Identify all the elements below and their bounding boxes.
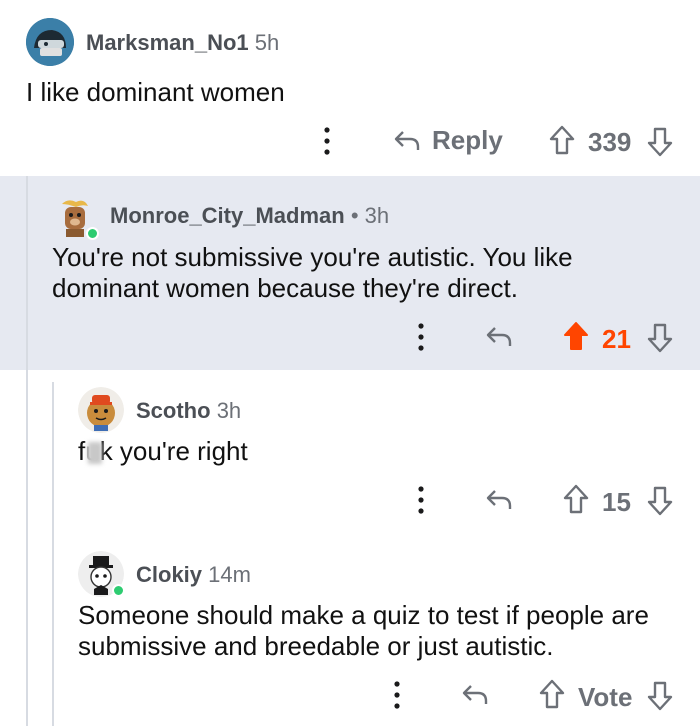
username[interactable]: Scotho [136, 398, 211, 423]
censored-text: u [85, 436, 103, 467]
vote-count: 15 [602, 487, 631, 517]
upvote-button[interactable] [548, 124, 576, 156]
more-options-icon [418, 486, 424, 514]
timestamp: 3h [364, 203, 390, 228]
comment-body-line: dominant women because they're direct. [52, 273, 518, 303]
downvote-button[interactable] [646, 485, 674, 517]
comment-body-line: You're not submissive you're autistic. Y… [52, 242, 573, 272]
comment-clokiy: Clokiy 14m Someone should make a quiz to… [0, 538, 700, 726]
reply-icon [486, 327, 512, 346]
reply-icon [394, 130, 420, 150]
upvote-button[interactable] [562, 320, 590, 352]
reply-button[interactable] [484, 485, 514, 515]
comment-meta: Monroe_City_Madman • 3h [110, 203, 389, 229]
reply-button[interactable] [460, 680, 490, 710]
thread-line[interactable] [52, 382, 54, 538]
upvote-button[interactable] [562, 483, 590, 515]
comment-meta: Clokiy 14m [136, 562, 251, 588]
avatar[interactable] [78, 387, 124, 433]
downvote-icon [647, 323, 673, 353]
upvote-icon [563, 484, 589, 514]
reply-icon [486, 490, 512, 509]
more-options-button[interactable] [388, 678, 406, 712]
downvote-button[interactable] [646, 126, 674, 158]
avatar-lion-icon [78, 387, 124, 433]
timestamp: 5h [254, 30, 280, 55]
downvote-icon [647, 681, 673, 711]
comment-body: Someone should make a quiz to test if pe… [78, 600, 649, 662]
username[interactable]: Monroe_City_Madman [110, 203, 345, 228]
vote-count: 339 [588, 127, 632, 157]
online-status-icon [86, 227, 99, 240]
upvote-icon [549, 125, 575, 155]
comment-body-line: submissive and breedable or just autisti… [78, 631, 554, 661]
vote-label: Vote [578, 682, 633, 712]
thread-line[interactable] [52, 538, 54, 726]
reply-button[interactable] [484, 322, 514, 352]
comment-body-line: Someone should make a quiz to test if pe… [78, 600, 649, 630]
comment-body: I like dominant women [26, 77, 285, 107]
vote-count: 21 [602, 324, 631, 354]
comment-monroe: Monroe_City_Madman • 3h You're not submi… [0, 176, 700, 370]
comment-body: You're not submissive you're autistic. Y… [52, 242, 573, 304]
comment-marksman: Marksman_No1 5h I like dominant women Re… [0, 0, 700, 176]
thread-line[interactable] [26, 370, 28, 538]
comment-meta: Scotho 3h [136, 398, 241, 424]
more-options-button[interactable] [412, 483, 430, 517]
timestamp: 14m [208, 562, 251, 587]
reply-label: Reply [432, 125, 503, 155]
more-options-icon [324, 127, 330, 155]
upvote-button[interactable] [538, 678, 566, 710]
avatar-helmet-icon [26, 18, 74, 66]
more-options-button[interactable] [318, 124, 336, 158]
upvote-icon [564, 322, 588, 350]
comment-body-end: k you're right [99, 436, 248, 466]
more-options-button[interactable] [412, 320, 430, 354]
downvote-button[interactable] [646, 322, 674, 354]
thread-line[interactable] [26, 538, 28, 726]
upvote-icon [539, 679, 565, 709]
comment-body-start: f [78, 436, 86, 466]
online-status-icon [112, 584, 125, 597]
more-options-icon [394, 681, 400, 709]
downvote-icon [647, 486, 673, 516]
thread-line[interactable] [26, 176, 28, 370]
downvote-icon [647, 127, 673, 157]
timestamp: 3h [216, 398, 242, 423]
username[interactable]: Marksman_No1 [86, 30, 249, 55]
reply-button[interactable]: Reply [392, 125, 503, 156]
more-options-icon [418, 323, 424, 351]
reply-icon [462, 685, 488, 704]
downvote-button[interactable] [646, 680, 674, 712]
avatar[interactable] [26, 18, 74, 66]
comment-meta: Marksman_No1 5h [86, 30, 279, 56]
comment-body: fuk you're right [78, 436, 248, 467]
username[interactable]: Clokiy [136, 562, 202, 587]
comment-scotho: Scotho 3h fuk you're right 15 [0, 370, 700, 538]
blur-patch [88, 442, 103, 464]
meta-separator: • [350, 203, 359, 228]
